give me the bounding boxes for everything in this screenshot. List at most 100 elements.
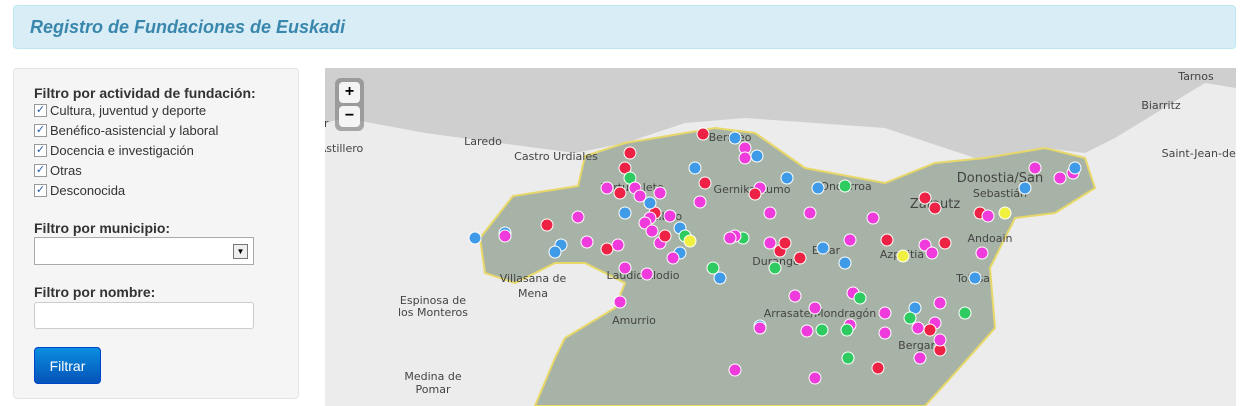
municipio-select[interactable]: ▼ [34,237,254,265]
foundation-marker[interactable] [923,323,937,337]
foundation-marker[interactable] [928,201,942,215]
foundation-marker[interactable] [903,311,917,325]
filter-button[interactable]: Filtrar [34,347,101,384]
nombre-input[interactable] [34,302,254,329]
activity-checkbox[interactable]: ✓ Docencia e investigación [34,143,194,158]
map[interactable]: Tarnos Biarritz Saint-Jean-de-Luz Laredo Cas… [325,68,1236,406]
checkbox[interactable]: ✓ [34,184,47,197]
foundation-marker[interactable] [1018,181,1032,195]
foundation-marker[interactable] [843,233,857,247]
map-canvas[interactable]: Tarnos Biarritz Saint-Jean-de-Luz Laredo Cas… [325,68,1236,406]
foundation-marker[interactable] [738,151,752,165]
foundation-marker[interactable] [866,211,880,225]
foundation-marker[interactable] [780,171,794,185]
place-label: Amurrio [612,314,656,327]
foundation-marker[interactable] [925,246,939,260]
foundation-marker[interactable] [788,289,802,303]
foundation-marker[interactable] [896,249,910,263]
foundation-marker[interactable] [933,296,947,310]
chevron-down-icon[interactable]: ▼ [233,244,248,259]
foundation-marker[interactable] [918,191,932,205]
foundation-marker[interactable] [913,351,927,365]
foundation-marker[interactable] [571,210,585,224]
foundation-marker[interactable] [1053,171,1067,185]
foundation-marker[interactable] [1068,161,1082,175]
foundation-marker[interactable] [840,323,854,337]
foundation-marker[interactable] [623,146,637,160]
foundation-marker[interactable] [815,323,829,337]
foundation-marker[interactable] [728,363,742,377]
foundation-marker[interactable] [548,245,562,259]
foundation-marker[interactable] [600,242,614,256]
foundation-marker[interactable] [643,196,657,210]
foundation-marker[interactable] [713,271,727,285]
activity-checkbox[interactable]: ✓ Cultura, juventud y deporte [34,103,206,118]
foundation-marker[interactable] [753,321,767,335]
foundation-marker[interactable] [611,238,625,252]
foundation-marker[interactable] [933,333,947,347]
foundation-marker[interactable] [645,224,659,238]
foundation-marker[interactable] [613,295,627,309]
foundation-marker[interactable] [750,149,764,163]
foundation-marker[interactable] [811,181,825,195]
foundation-marker[interactable] [853,291,867,305]
foundation-marker[interactable] [728,131,742,145]
foundation-marker[interactable] [763,236,777,250]
foundation-marker[interactable] [793,251,807,265]
checkbox[interactable]: ✓ [34,104,47,117]
foundation-marker[interactable] [723,231,737,245]
foundation-marker[interactable] [683,234,697,248]
foundation-marker[interactable] [763,206,777,220]
foundation-marker[interactable] [653,186,667,200]
foundation-marker[interactable] [998,206,1012,220]
foundation-marker[interactable] [748,187,762,201]
foundation-marker[interactable] [693,195,707,209]
activity-label: Docencia e investigación [50,143,194,158]
foundation-marker[interactable] [663,209,677,223]
foundation-marker[interactable] [613,186,627,200]
foundation-marker[interactable] [816,241,830,255]
checkbox[interactable]: ✓ [34,144,47,157]
checkbox[interactable]: ✓ [34,164,47,177]
foundation-marker[interactable] [808,301,822,315]
foundation-marker[interactable] [688,161,702,175]
foundation-marker[interactable] [540,218,554,232]
activity-checkbox[interactable]: ✓ Desconocida [34,183,125,198]
foundation-marker[interactable] [768,261,782,275]
foundation-marker[interactable] [808,371,822,385]
foundation-marker[interactable] [600,181,614,195]
foundation-marker[interactable] [640,267,654,281]
foundation-marker[interactable] [580,235,594,249]
foundation-marker[interactable] [618,261,632,275]
activity-checkbox[interactable]: ✓ Benéfico-asistencial y laboral [34,123,218,138]
foundation-marker[interactable] [968,271,982,285]
foundation-marker[interactable] [803,206,817,220]
activity-checkbox[interactable]: ✓ Otras [34,163,82,178]
foundation-marker[interactable] [911,321,925,335]
foundation-marker[interactable] [800,324,814,338]
zoom-in-button[interactable]: + [339,82,360,103]
foundation-marker[interactable] [658,229,672,243]
foundation-marker[interactable] [878,326,892,340]
foundation-marker[interactable] [938,236,952,250]
foundation-marker[interactable] [871,361,885,375]
foundation-marker[interactable] [666,251,680,265]
checkbox[interactable]: ✓ [34,124,47,137]
foundation-marker[interactable] [958,306,972,320]
foundation-marker[interactable] [981,209,995,223]
foundation-marker[interactable] [841,351,855,365]
foundation-marker[interactable] [696,127,710,141]
foundation-marker[interactable] [778,236,792,250]
foundation-marker[interactable] [1028,161,1042,175]
foundation-marker[interactable] [838,256,852,270]
foundation-marker[interactable] [838,179,852,193]
foundation-marker[interactable] [698,176,712,190]
foundation-marker[interactable] [878,306,892,320]
foundation-marker[interactable] [975,246,989,260]
foundation-marker[interactable] [498,229,512,243]
place-label: Andoain [968,232,1013,245]
zoom-out-button[interactable]: − [339,106,360,127]
foundation-marker[interactable] [618,206,632,220]
foundation-marker[interactable] [880,233,894,247]
foundation-marker[interactable] [468,231,482,245]
